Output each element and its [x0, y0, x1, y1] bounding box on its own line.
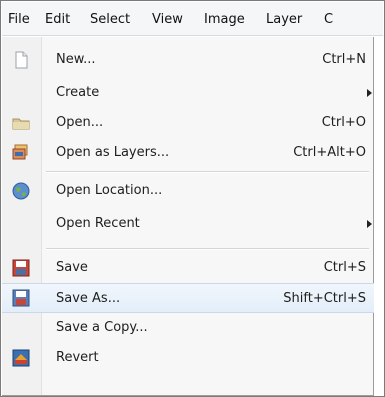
file-menu: New... Ctrl+N Create Open... Ctrl+O Open… — [2, 37, 374, 396]
menu-item-label: Save — [56, 260, 88, 275]
menu-separator — [46, 248, 369, 250]
submenu-arrow-icon — [367, 89, 372, 97]
menu-item-open-location[interactable]: Open Location... — [2, 176, 374, 206]
menu-item-accel: Ctrl+Alt+O — [293, 145, 366, 160]
revert-icon — [11, 348, 31, 368]
menu-view[interactable]: View — [152, 12, 183, 27]
menu-image[interactable]: Image — [204, 12, 245, 27]
save-as-icon — [11, 288, 31, 308]
menu-colors-partial[interactable]: C — [324, 12, 333, 27]
menu-select[interactable]: Select — [90, 12, 130, 27]
menu-edit[interactable]: Edit — [45, 12, 70, 27]
menu-item-label: Revert — [56, 350, 99, 365]
open-folder-icon — [11, 113, 31, 133]
menu-item-save-a-copy[interactable]: Save a Copy... — [2, 313, 374, 343]
menu-item-label: Open Recent — [56, 216, 140, 231]
menu-item-open[interactable]: Open... Ctrl+O — [2, 108, 374, 138]
menu-item-label: New... — [56, 52, 96, 67]
menu-bar: File Edit Select View Image Layer C — [2, 2, 383, 36]
globe-icon — [11, 181, 31, 201]
new-document-icon — [11, 50, 31, 70]
save-icon — [11, 258, 31, 278]
screenshot-frame: File Edit Select View Image Layer C New.… — [0, 0, 385, 397]
menu-item-accel: Ctrl+N — [322, 52, 366, 67]
menu-item-label: Open Location... — [56, 183, 163, 198]
menu-file[interactable]: File — [8, 12, 30, 27]
menu-item-save[interactable]: Save Ctrl+S — [2, 253, 374, 283]
menu-separator — [46, 171, 369, 173]
menu-item-create[interactable]: Create — [2, 78, 374, 108]
menu-item-label: Save As... — [56, 291, 121, 306]
menu-item-open-recent[interactable]: Open Recent — [2, 209, 374, 239]
menu-item-label: Create — [56, 85, 100, 100]
menu-layer[interactable]: Layer — [266, 12, 302, 27]
menu-item-accel: Ctrl+S — [323, 260, 366, 275]
menu-item-save-as[interactable]: Save As... Shift+Ctrl+S — [2, 283, 374, 313]
menu-item-label: Save a Copy... — [56, 320, 148, 335]
submenu-arrow-icon — [367, 220, 372, 228]
menu-item-label: Open... — [56, 115, 104, 130]
open-as-layers-icon — [11, 143, 31, 163]
menu-item-open-as-layers[interactable]: Open as Layers... Ctrl+Alt+O — [2, 138, 374, 168]
menu-item-revert[interactable]: Revert — [2, 343, 374, 373]
menu-item-new[interactable]: New... Ctrl+N — [2, 45, 374, 75]
menu-item-accel: Ctrl+O — [321, 115, 366, 130]
menu-item-accel: Shift+Ctrl+S — [283, 291, 366, 306]
menu-item-label: Open as Layers... — [56, 145, 170, 160]
